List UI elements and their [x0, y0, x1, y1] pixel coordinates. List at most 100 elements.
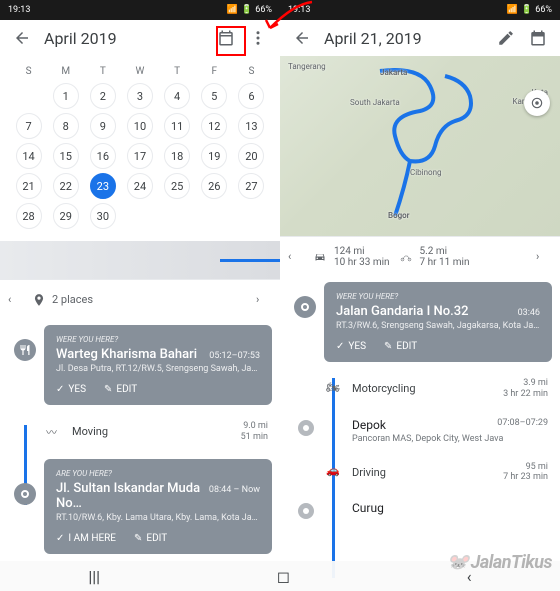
stop-address: Pancoran MAS, Depok City, West Java: [352, 434, 548, 444]
calendar-day[interactable]: 19: [201, 143, 227, 169]
yes-button[interactable]: ✓ YES: [56, 384, 86, 395]
segment-label: Driving: [352, 466, 386, 479]
highlight-box: [216, 26, 246, 56]
calendar-icon[interactable]: [528, 28, 548, 48]
map-strip[interactable]: [0, 241, 280, 279]
weekday-label: M: [49, 62, 82, 81]
map-label: South Jakarta: [350, 98, 400, 107]
calendar-day[interactable]: 26: [201, 173, 227, 199]
timeline: WERE YOU HERE? Warteg Kharisma Bahari 05:…: [0, 325, 280, 554]
back-icon[interactable]: [12, 28, 32, 48]
places-count: 2 places: [52, 293, 93, 306]
calendar-day[interactable]: 28: [16, 203, 42, 229]
recent-apps-button[interactable]: |||: [88, 567, 100, 586]
map-label: Bogor: [388, 211, 410, 220]
place-name: Jalan Gandaria I No.32: [336, 304, 469, 319]
calendar-day[interactable]: 20: [238, 143, 264, 169]
edit-button[interactable]: ✎ EDIT: [384, 341, 417, 352]
calendar-day[interactable]: 4: [164, 83, 190, 109]
place-card[interactable]: WERE YOU HERE? Jalan Gandaria I No.3203:…: [324, 282, 552, 362]
segment-label: Moving: [72, 425, 108, 438]
day-summary: ‹ 2 places ›: [0, 279, 280, 319]
place-card[interactable]: WERE YOU HERE? Warteg Kharisma Bahari 05:…: [44, 325, 272, 405]
status-bar: 19:13 📶🔋66%: [280, 0, 560, 20]
stop-name: Depok: [352, 418, 386, 432]
calendar-day[interactable]: 6: [238, 83, 264, 109]
calendar-day[interactable]: 9: [90, 113, 116, 139]
month-title: April 2019: [44, 29, 204, 48]
card-tag: WERE YOU HERE?: [56, 335, 260, 344]
yes-button[interactable]: ✓ YES: [336, 341, 366, 352]
calendar-day[interactable]: 15: [53, 143, 79, 169]
calendar-day[interactable]: 12: [201, 113, 227, 139]
current-place-card[interactable]: ARE YOU HERE? Jl. Sultan Iskandar Muda N…: [44, 459, 272, 554]
map-label: Tangerang: [288, 62, 326, 71]
edit-icon[interactable]: [496, 28, 516, 48]
status-battery: 66%: [535, 5, 552, 15]
stop-item[interactable]: Depok 07:08–07:29 Pancoran MAS, Depok Cit…: [280, 410, 560, 452]
calendar-day[interactable]: 24: [127, 173, 153, 199]
card-tag: WERE YOU HERE?: [336, 292, 540, 301]
i-am-here-button[interactable]: ✓ I AM HERE: [56, 533, 116, 544]
calendar-day[interactable]: 30: [90, 203, 116, 229]
calendar-day[interactable]: 10: [127, 113, 153, 139]
map-view[interactable]: Tangerang Jakarta South Jakarta Cibinong…: [280, 56, 560, 236]
watermark: 🐭JalanTikus: [447, 552, 552, 573]
motorcycle-icon: [398, 251, 414, 263]
weekday-label: T: [86, 62, 119, 81]
calendar-grid: SMTWTFS 12345678910111213141516171819202…: [0, 56, 280, 241]
moving-icon: 〰: [46, 424, 62, 440]
segment-label: Motorcycling: [352, 382, 416, 395]
stop-item[interactable]: Curug: [280, 493, 560, 523]
calendar-day[interactable]: 29: [53, 203, 79, 229]
calendar-day[interactable]: 21: [16, 173, 42, 199]
home-button[interactable]: ◻: [277, 567, 290, 586]
calendar-day[interactable]: 27: [238, 173, 264, 199]
stop-time: 07:08–07:29: [497, 418, 548, 432]
calendar-day[interactable]: 23: [90, 173, 116, 199]
place-time: 08:44 – Now: [209, 485, 260, 495]
calendar-day[interactable]: 16: [90, 143, 116, 169]
map-label: Cibinong: [410, 168, 441, 177]
place-name: Warteg Kharisma Bahari: [56, 347, 197, 362]
calendar-day: [164, 203, 190, 229]
edit-button[interactable]: ✎ EDIT: [104, 384, 137, 395]
next-day-icon[interactable]: ›: [536, 250, 552, 263]
car-icon: [312, 251, 328, 263]
calendar-day[interactable]: 8: [53, 113, 79, 139]
date-title: April 21, 2019: [324, 29, 484, 48]
calendar-day[interactable]: 5: [201, 83, 227, 109]
calendar-day[interactable]: 17: [127, 143, 153, 169]
calendar-day[interactable]: 7: [16, 113, 42, 139]
weekday-label: F: [198, 62, 231, 81]
card-tag: ARE YOU HERE?: [56, 469, 260, 478]
calendar-day[interactable]: 18: [164, 143, 190, 169]
calendar-day[interactable]: 2: [90, 83, 116, 109]
weekday-label: S: [235, 62, 268, 81]
calendar-day[interactable]: 11: [164, 113, 190, 139]
my-location-button[interactable]: [524, 90, 550, 116]
prev-day-icon[interactable]: ‹: [8, 293, 24, 306]
motorcycle-segment[interactable]: 🏍 Motorcycling 3.9 mi3 hr 22 min: [280, 368, 560, 410]
status-time: 19:13: [8, 5, 30, 15]
calendar-day[interactable]: 3: [127, 83, 153, 109]
place-address: RT.10/RW.6, Kby. Lama Utara, Kby. Lama, …: [56, 513, 260, 523]
moving-segment[interactable]: 〰 Moving 9.0 mi51 min: [0, 411, 280, 453]
calendar-day[interactable]: 13: [238, 113, 264, 139]
prev-day-icon[interactable]: ‹: [288, 250, 304, 263]
calendar-day: [16, 83, 42, 109]
calendar-day[interactable]: 22: [53, 173, 79, 199]
calendar-day: [238, 203, 264, 229]
weekday-label: W: [123, 62, 156, 81]
calendar-day[interactable]: 14: [16, 143, 42, 169]
next-day-icon[interactable]: ›: [256, 293, 272, 306]
calendar-day[interactable]: 1: [53, 83, 79, 109]
stop-dot-icon: [298, 420, 314, 436]
driving-segment[interactable]: 🚗 Driving 95 mi7 hr 23 min: [280, 452, 560, 494]
calendar-day[interactable]: 25: [164, 173, 190, 199]
place-time: 05:12–07:53: [209, 351, 260, 361]
edit-button[interactable]: ✎ EDIT: [134, 533, 167, 544]
stop-name: Curug: [352, 501, 384, 515]
motorcycle-icon: 🏍: [326, 381, 342, 397]
calendar-day: [201, 203, 227, 229]
